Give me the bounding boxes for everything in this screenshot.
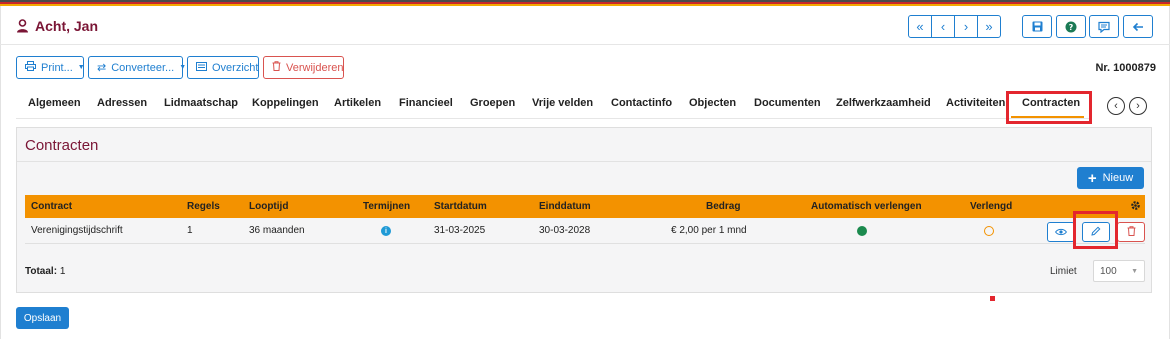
tab-vrije-velden[interactable]: Vrije velden [532,97,593,109]
red-marker [990,296,995,301]
panel-divider [17,161,1151,162]
tab-zelfwerkzaamheid[interactable]: Zelfwerkzaamheid [836,97,931,109]
total-label: Totaal: [25,266,58,277]
comment-icon[interactable] [1089,15,1119,38]
cell-bedrag: € 2,00 per 1 mnd [671,225,747,236]
limit-value: 100 [1100,265,1117,277]
page-title: Acht, Jan [16,18,98,34]
convert-button[interactable]: ⇄ Converteer... ▼ [88,56,187,79]
view-button[interactable] [1047,222,1075,242]
column-regels[interactable]: Regels [187,201,220,212]
person-name: Acht, Jan [35,18,99,34]
table-row: Verenigingstijdschrift 1 36 maanden i 31… [25,218,1145,244]
tab-contactinfo[interactable]: Contactinfo [611,97,672,109]
tab-koppelingen[interactable]: Koppelingen [252,97,319,109]
column-verlengd[interactable]: Verlengd [970,201,1012,212]
cell-einddatum: 30-03-2028 [539,225,591,236]
trash-icon [272,61,281,74]
tab-artikelen[interactable]: Artikelen [334,97,381,109]
tab-bar: Algemeen Adressen Lidmaatschap Koppeling… [16,97,1092,119]
overview-label: Overzicht [212,61,259,74]
exchange-icon: ⇄ [97,62,107,74]
table-header: Contract Regels Looptijd Termijnen Start… [25,195,1145,218]
new-label: Nieuw [1102,172,1134,184]
trash-icon [1127,223,1136,241]
tab-activiteiten[interactable]: Activiteiten [946,97,1005,109]
record-navigation: « ‹ › » [908,15,1001,38]
svg-text:?: ? [1069,23,1074,32]
column-contract[interactable]: Contract [31,201,72,212]
list-icon [196,61,207,74]
tab-financieel[interactable]: Financieel [399,97,453,109]
print-button[interactable]: Print... ▼ [16,56,85,79]
previous-icon[interactable]: ‹ [931,15,955,38]
tab-adressen[interactable]: Adressen [97,97,147,109]
printer-icon [25,61,36,74]
column-einddatum[interactable]: Einddatum [539,201,591,212]
highlight-box-edit [1073,211,1118,249]
panel-title: Contracten [25,137,99,154]
cell-startdatum: 31-03-2025 [434,225,486,236]
cell-regels: 1 [187,225,193,236]
print-label: Print... [41,61,73,74]
tab-groepen[interactable]: Groepen [470,97,515,109]
next-icon[interactable]: › [954,15,978,38]
settings-icon[interactable] [1130,200,1141,214]
plus-icon: + [1087,169,1097,187]
save-icon[interactable] [1022,15,1052,38]
save-button[interactable]: Opslaan [16,307,69,329]
total-value: 1 [59,266,66,277]
tab-scroll-right-icon[interactable]: › [1129,97,1147,115]
eye-icon [1054,223,1068,241]
tab-objecten[interactable]: Objecten [689,97,736,109]
header-divider [0,44,1170,45]
column-automatisch-verlengen[interactable]: Automatisch verlengen [811,201,922,212]
caret-down-icon: ▼ [77,64,85,71]
last-icon[interactable]: » [977,15,1001,38]
limit-select[interactable]: 100 ▼ [1093,260,1145,282]
column-termijnen[interactable]: Termijnen [363,201,410,212]
column-bedrag[interactable]: Bedrag [706,201,740,212]
delete-row-button[interactable] [1117,222,1145,242]
record-number: Nr. 1000879 [1095,62,1156,74]
first-icon[interactable]: « [908,15,932,38]
caret-down-icon: ▼ [179,64,187,71]
tab-divider [16,118,1092,119]
auto-renew-status-icon [857,226,867,236]
delete-label: Verwijderen [286,61,344,74]
new-contract-button[interactable]: + Nieuw [1077,167,1144,189]
tab-lidmaatschap[interactable]: Lidmaatschap [164,97,238,109]
tab-algemeen[interactable]: Algemeen [28,97,81,109]
info-icon[interactable]: i [381,226,391,236]
highlight-box-tab [1006,91,1092,124]
tab-scroll-left-icon[interactable]: ‹ [1107,97,1125,115]
help-icon[interactable]: ? [1056,15,1086,38]
cell-looptijd: 36 maanden [249,225,305,236]
tab-documenten[interactable]: Documenten [754,97,821,109]
back-icon[interactable] [1123,15,1153,38]
column-startdatum[interactable]: Startdatum [434,201,487,212]
total-count: Totaal: 1 [25,266,65,277]
caret-down-icon: ▼ [1131,267,1138,275]
contracts-panel: Contracten + Nieuw Contract Regels Loopt… [16,127,1152,293]
delete-button[interactable]: Verwijderen [263,56,344,79]
overview-button[interactable]: Overzicht [187,56,259,79]
cell-contract: Verenigingstijdschrift [31,225,123,236]
convert-label: Converteer... [111,61,175,74]
renewed-status-icon [984,226,994,236]
limit-label: Limiet [1050,266,1077,277]
person-icon [16,19,29,33]
column-looptijd[interactable]: Looptijd [249,201,288,212]
